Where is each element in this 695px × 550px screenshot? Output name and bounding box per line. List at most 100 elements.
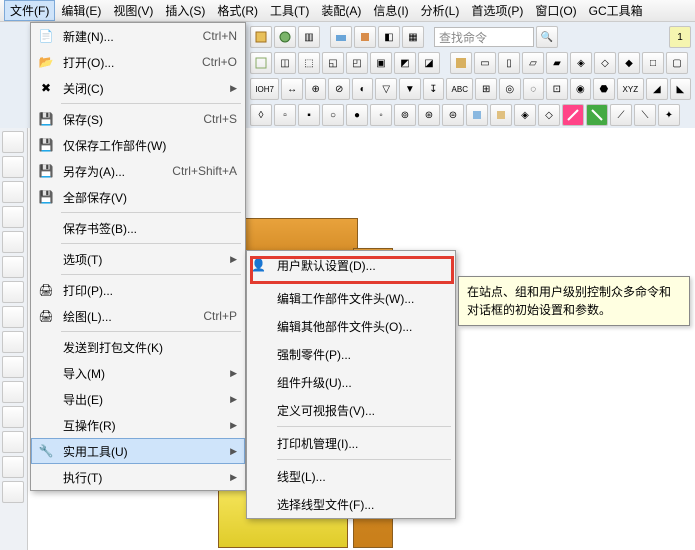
tool-icon[interactable]: ◧ (378, 26, 400, 48)
menu-edit[interactable]: 编辑(E) (55, 0, 107, 21)
tool-icon[interactable]: ▱ (522, 52, 544, 74)
tool-icon[interactable]: ▢ (666, 52, 688, 74)
tool-icon[interactable] (586, 104, 608, 126)
tool-icon[interactable]: ▫ (274, 104, 296, 126)
search-icon[interactable]: 🔍 (536, 26, 558, 48)
left-tool[interactable] (2, 131, 24, 153)
tool-icon[interactable]: ◊ (250, 104, 272, 126)
left-tool[interactable] (2, 156, 24, 178)
left-tool[interactable] (2, 206, 24, 228)
menu-preferences[interactable]: 首选项(P) (465, 0, 529, 21)
file-menu-item[interactable]: 选项(T)▶ (31, 246, 245, 272)
menu-view[interactable]: 视图(V) (107, 0, 159, 21)
tool-icon[interactable]: ▣ (370, 52, 392, 74)
file-menu-item[interactable]: 💾另存为(A)...Ctrl+Shift+A (31, 158, 245, 184)
menu-file[interactable]: 文件(F) (4, 0, 55, 21)
tool-icon[interactable]: 1 (669, 26, 691, 48)
tool-icon[interactable]: ▪ (298, 104, 320, 126)
search-input[interactable]: 查找命令 (434, 27, 534, 47)
tool-icon[interactable]: ◈ (514, 104, 536, 126)
file-menu-item[interactable]: 互操作(R)▶ (31, 412, 245, 438)
tool-icon[interactable]: ⬣ (593, 78, 615, 100)
tool-icon[interactable] (490, 104, 512, 126)
file-menu-item[interactable]: 💾仅保存工作部件(W) (31, 132, 245, 158)
submenu-item[interactable]: 打印机管理(I)... (247, 429, 455, 457)
tool-icon[interactable]: ▽ (375, 78, 397, 100)
tool-icon[interactable]: ● (346, 104, 368, 126)
tool-icon[interactable] (466, 104, 488, 126)
tool-icon[interactable]: ◢ (646, 78, 668, 100)
left-tool[interactable] (2, 231, 24, 253)
tool-icon[interactable]: ◩ (394, 52, 416, 74)
left-tool[interactable] (2, 356, 24, 378)
left-tool[interactable] (2, 181, 24, 203)
tool-icon[interactable] (450, 52, 472, 74)
tool-icon[interactable] (562, 104, 584, 126)
tool-icon[interactable]: ◰ (346, 52, 368, 74)
left-tool[interactable] (2, 331, 24, 353)
tool-icon[interactable]: ✦ (658, 104, 680, 126)
left-tool[interactable] (2, 456, 24, 478)
file-menu-item[interactable]: 保存书签(B)... (31, 215, 245, 241)
tool-icon[interactable]: ⊘ (328, 78, 350, 100)
left-tool[interactable] (2, 431, 24, 453)
dim-icon[interactable]: IOH7 (250, 78, 279, 100)
tool-icon[interactable] (274, 26, 296, 48)
tool-icon[interactable]: ↔ (281, 78, 303, 100)
menu-info[interactable]: 信息(I) (367, 0, 414, 21)
file-menu-item[interactable]: 📂打开(O)...Ctrl+O (31, 49, 245, 75)
tool-icon[interactable] (250, 26, 272, 48)
file-menu-item[interactable]: 🔧实用工具(U)▶ (31, 438, 245, 464)
menu-tools[interactable]: 工具(T) (264, 0, 315, 21)
tool-icon[interactable]: ▰ (546, 52, 568, 74)
tool-icon[interactable]: ◆ (618, 52, 640, 74)
left-tool[interactable] (2, 306, 24, 328)
file-menu-item[interactable]: 🖨打印(P)... (31, 277, 245, 303)
tool-icon[interactable]: □ (642, 52, 664, 74)
left-tool[interactable] (2, 281, 24, 303)
tool-icon[interactable]: ↧ (423, 78, 445, 100)
tool-icon[interactable]: ◌ (523, 78, 545, 100)
file-menu-item[interactable]: 导入(M)▶ (31, 360, 245, 386)
submenu-item[interactable]: 定义可视报告(V)... (247, 396, 455, 424)
submenu-item[interactable]: 强制零件(P)... (247, 340, 455, 368)
tool-icon[interactable]: ⬚ (298, 52, 320, 74)
tool-icon[interactable]: ◈ (570, 52, 592, 74)
left-tool[interactable] (2, 406, 24, 428)
menu-gctoolbox[interactable]: GC工具箱 (583, 0, 649, 21)
submenu-item[interactable]: 选择线型文件(F)... (247, 490, 455, 518)
file-menu-item[interactable]: ✖关闭(C)▶ (31, 75, 245, 101)
file-menu-item[interactable]: 执行(T)▶ (31, 464, 245, 490)
tool-icon[interactable]: ◦ (370, 104, 392, 126)
tool-icon[interactable]: ◱ (322, 52, 344, 74)
tool-icon[interactable]: ▦ (402, 26, 424, 48)
menu-format[interactable]: 格式(R) (211, 0, 264, 21)
tool-icon[interactable]: ◉ (570, 78, 592, 100)
submenu-item[interactable]: 编辑其他部件文件头(O)... (247, 312, 455, 340)
tool-icon[interactable]: ◇ (538, 104, 560, 126)
tool-icon[interactable] (250, 52, 272, 74)
file-menu-item[interactable]: 📄新建(N)...Ctrl+N (31, 23, 245, 49)
tool-icon[interactable]: ⊜ (442, 104, 464, 126)
tool-icon[interactable]: ▯ (498, 52, 520, 74)
file-menu-item[interactable]: 发送到打包文件(K) (31, 334, 245, 360)
tool-icon[interactable]: ◐ (352, 78, 374, 100)
tool-icon[interactable]: ◎ (499, 78, 521, 100)
file-menu-item[interactable]: 💾保存(S)Ctrl+S (31, 106, 245, 132)
tool-icon[interactable]: ◫ (274, 52, 296, 74)
tool-icon[interactable] (330, 26, 352, 48)
file-menu-item[interactable]: 导出(E)▶ (31, 386, 245, 412)
tool-icon[interactable]: ⊚ (394, 104, 416, 126)
left-tool[interactable] (2, 256, 24, 278)
tool-icon[interactable]: ⊡ (546, 78, 568, 100)
tool-icon[interactable]: ⊕ (305, 78, 327, 100)
file-menu-item[interactable]: 🖨绘图(L)...Ctrl+P (31, 303, 245, 329)
tool-icon[interactable]: ▼ (399, 78, 421, 100)
tool-icon[interactable]: ▭ (474, 52, 496, 74)
tool-icon[interactable]: ○ (322, 104, 344, 126)
tool-icon[interactable]: ◣ (670, 78, 692, 100)
tool-icon[interactable]: ◇ (594, 52, 616, 74)
submenu-item[interactable]: 线型(L)... (247, 462, 455, 490)
submenu-item[interactable]: 👤用户默认设置(D)... (247, 251, 455, 279)
submenu-item[interactable]: 编辑工作部件文件头(W)... (247, 284, 455, 312)
